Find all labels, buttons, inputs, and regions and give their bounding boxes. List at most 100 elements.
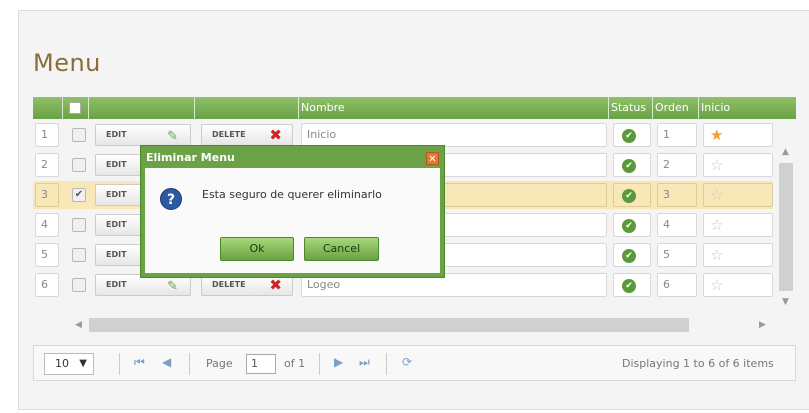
delete-button[interactable]: DELETE ✖: [201, 124, 293, 146]
dialog-body: ? Esta seguro de querer eliminarlo Ok Ca…: [145, 168, 440, 273]
cancel-button[interactable]: Cancel: [304, 237, 379, 261]
status-ok-icon: ✔: [622, 219, 636, 233]
star-icon[interactable]: ★: [710, 124, 723, 146]
status-ok-icon: ✔: [622, 249, 636, 263]
previous-page-icon[interactable]: ◀: [162, 355, 171, 369]
page-number-input[interactable]: 1: [246, 354, 276, 374]
dialog-title-bar: Eliminar Menu ✕: [144, 149, 441, 167]
delete-x-icon: ✖: [269, 126, 282, 144]
star-icon[interactable]: ☆: [710, 214, 723, 236]
next-page-icon[interactable]: ▶: [334, 355, 343, 369]
header-nombre[interactable]: Nombre: [299, 97, 609, 119]
separator: [119, 353, 120, 375]
orden-cell: 5: [657, 243, 697, 267]
edit-button[interactable]: EDIT ✎: [95, 124, 191, 146]
separator: [189, 353, 190, 375]
star-icon[interactable]: ☆: [710, 244, 723, 266]
edit-label: EDIT: [106, 250, 127, 259]
scroll-down-icon[interactable]: ▼: [782, 297, 789, 307]
inicio-cell[interactable]: ☆: [703, 183, 773, 207]
dialog-message: Esta seguro de querer eliminarlo: [202, 188, 382, 201]
row-number: 5: [35, 243, 59, 267]
status-ok-icon: ✔: [622, 189, 636, 203]
delete-confirm-dialog: Eliminar Menu ✕ ? Esta seguro de querer …: [140, 145, 445, 278]
orden-cell: 3: [657, 183, 697, 207]
first-page-icon[interactable]: ⏮: [134, 355, 145, 370]
row-number: 1: [35, 123, 59, 147]
pagination-info: Displaying 1 to 6 of 6 items: [622, 357, 774, 370]
row-number: 4: [35, 213, 59, 237]
delete-label: DELETE: [212, 130, 246, 139]
header-delete-col: [195, 97, 299, 119]
horizontal-scrollbar[interactable]: ◀ ▶: [69, 315, 776, 335]
chevron-down-icon: ▼: [79, 358, 87, 369]
edit-label: EDIT: [106, 130, 127, 139]
status-ok-icon: ✔: [622, 279, 636, 293]
vertical-scroll-thumb[interactable]: [779, 163, 793, 291]
header-check-col: [63, 97, 89, 119]
inicio-cell[interactable]: ☆: [703, 243, 773, 267]
status-cell: ✔: [613, 153, 651, 177]
header-status[interactable]: Status: [609, 97, 653, 119]
inicio-cell[interactable]: ☆: [703, 273, 773, 297]
delete-x-icon: ✖: [269, 276, 282, 294]
page-label: Page: [206, 357, 233, 370]
horizontal-scroll-thumb[interactable]: [89, 318, 689, 332]
status-ok-icon: ✔: [622, 159, 636, 173]
row-checkbox[interactable]: [72, 218, 86, 232]
orden-cell: 4: [657, 213, 697, 237]
orden-cell: 2: [657, 153, 697, 177]
status-cell: ✔: [613, 213, 651, 237]
close-icon[interactable]: ✕: [426, 152, 439, 165]
star-icon[interactable]: ☆: [710, 274, 723, 296]
scroll-up-icon[interactable]: ▲: [782, 147, 789, 157]
edit-label: EDIT: [106, 220, 127, 229]
pencil-icon: ✎: [167, 129, 178, 144]
row-number: 2: [35, 153, 59, 177]
row-number: 3: [35, 183, 59, 207]
dialog-title: Eliminar Menu: [146, 151, 235, 164]
page-title: Menu: [33, 49, 101, 77]
scroll-right-icon[interactable]: ▶: [759, 320, 766, 330]
inicio-cell[interactable]: ☆: [703, 153, 773, 177]
orden-cell: 6: [657, 273, 697, 297]
row-checkbox[interactable]: [72, 278, 86, 292]
status-cell: ✔: [613, 183, 651, 207]
star-icon[interactable]: ☆: [710, 154, 723, 176]
header-inicio[interactable]: Inicio: [699, 97, 796, 119]
status-cell: ✔: [613, 243, 651, 267]
edit-label: EDIT: [106, 160, 127, 169]
header-edit-col: [89, 97, 195, 119]
row-checkbox[interactable]: [72, 128, 86, 142]
refresh-icon[interactable]: ⟳: [402, 355, 412, 369]
inicio-cell[interactable]: ★: [703, 123, 773, 147]
status-ok-icon: ✔: [622, 129, 636, 143]
row-number: 6: [35, 273, 59, 297]
row-checkbox[interactable]: ✔: [72, 188, 86, 202]
ok-button[interactable]: Ok: [220, 237, 294, 261]
page-of-label: of 1: [284, 357, 306, 370]
vertical-scrollbar[interactable]: ▲ ▼: [776, 141, 796, 315]
pagination-bar: 10 ▼ ⏮ ◀ Page 1 of 1 ▶ ⏭ ⟳ Displaying 1 t…: [33, 345, 796, 381]
edit-label: EDIT: [106, 280, 127, 289]
scroll-left-icon[interactable]: ◀: [75, 320, 82, 330]
edit-label: EDIT: [106, 190, 127, 199]
page-size-value: 10: [55, 357, 69, 370]
header-rownum: [33, 97, 63, 119]
star-icon[interactable]: ☆: [710, 184, 723, 206]
row-checkbox[interactable]: [72, 248, 86, 262]
inicio-cell[interactable]: ☆: [703, 213, 773, 237]
select-all-checkbox[interactable]: [69, 102, 81, 114]
page-size-select[interactable]: 10 ▼: [44, 353, 94, 375]
question-icon: ?: [160, 188, 182, 210]
header-orden[interactable]: Orden: [653, 97, 699, 119]
separator: [386, 353, 387, 375]
last-page-icon[interactable]: ⏭: [359, 355, 370, 370]
pencil-icon: ✎: [167, 279, 178, 294]
orden-cell: 1: [657, 123, 697, 147]
status-cell: ✔: [613, 123, 651, 147]
grid-header: Nombre Status Orden Inicio: [33, 97, 796, 119]
status-cell: ✔: [613, 273, 651, 297]
row-checkbox[interactable]: [72, 158, 86, 172]
nombre-cell: Inicio: [301, 123, 607, 147]
